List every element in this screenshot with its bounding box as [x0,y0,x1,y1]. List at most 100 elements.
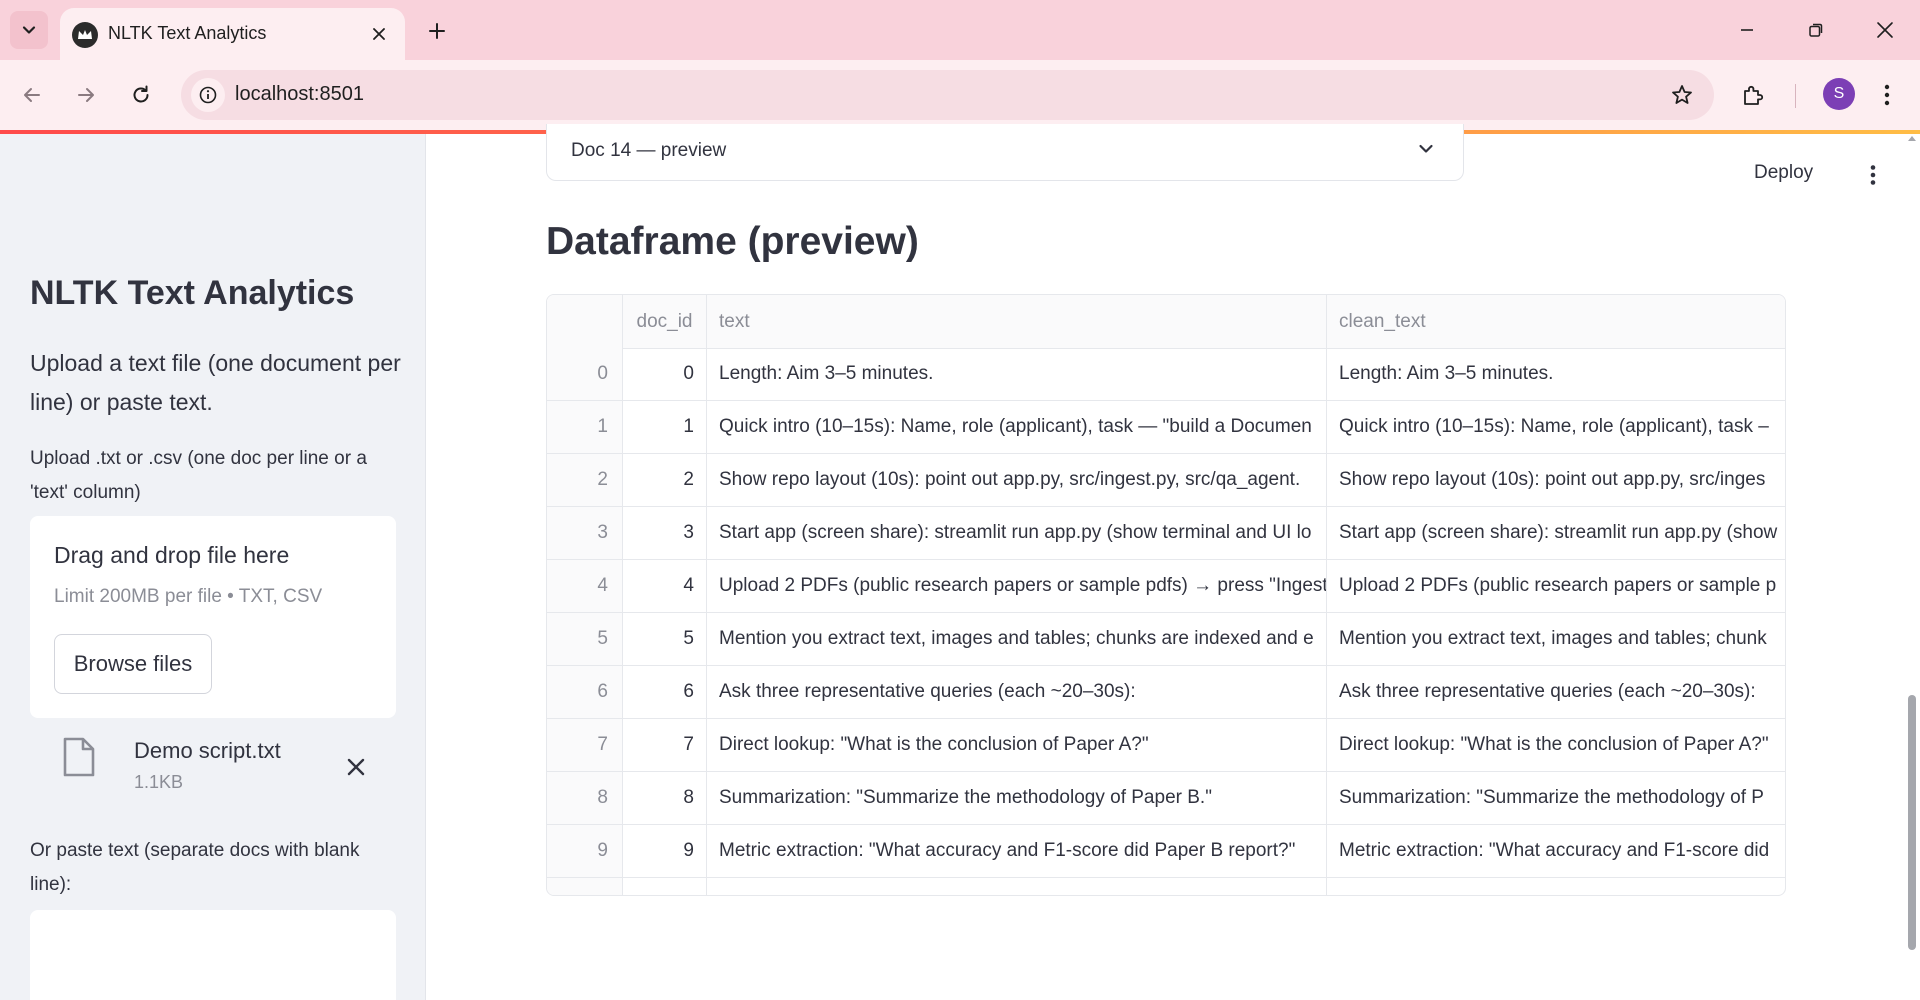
cell-doc-id[interactable]: 0 [623,348,707,400]
table-row[interactable]: 4 4 Upload 2 PDFs (public research paper… [547,560,1785,613]
table-row[interactable]: 9 9 Metric extraction: "What accuracy an… [547,825,1785,878]
reload-button[interactable] [122,76,160,114]
table-row[interactable]: 1 1 Quick intro (10–15s): Name, role (ap… [547,401,1785,454]
row-index [547,878,623,895]
table-row-partial [547,878,1785,895]
row-index: 9 [547,825,623,877]
streamlit-crown-icon [72,22,98,48]
extensions-button[interactable] [1734,76,1772,114]
row-index: 4 [547,560,623,612]
cell-doc-id[interactable]: 7 [623,719,707,771]
cell-text [707,878,1327,895]
cell-clean-text[interactable]: Direct lookup: "What is the conclusion o… [1327,719,1785,771]
app-menu-button[interactable] [1861,162,1885,188]
column-header-doc-id[interactable]: doc_id [623,295,707,348]
table-row[interactable]: 5 5 Mention you extract text, images and… [547,613,1785,666]
cell-clean-text[interactable]: Start app (screen share): streamlit run … [1327,507,1785,559]
cell-text[interactable]: Direct lookup: "What is the conclusion o… [707,719,1327,771]
table-row[interactable]: 7 7 Direct lookup: "What is the conclusi… [547,719,1785,772]
restore-button[interactable] [1793,10,1839,50]
table-row[interactable]: 6 6 Ask three representative queries (ea… [547,666,1785,719]
uploaded-file-size: 1.1KB [134,772,184,792]
forward-button[interactable] [67,76,105,114]
cell-text[interactable]: Upload 2 PDFs (public research papers or… [707,560,1327,612]
url-text[interactable]: localhost:8501 [235,83,364,106]
table-row[interactable]: 3 3 Start app (screen share): streamlit … [547,507,1785,560]
uploaded-file: Demo script.txt 1.1KB [30,724,396,804]
star-icon[interactable] [1668,81,1696,109]
cell-doc-id[interactable]: 2 [623,454,707,506]
minimize-icon [1741,29,1753,31]
cell-doc-id[interactable]: 5 [623,613,707,665]
cell-clean-text[interactable]: Show repo layout (10s): point out app.py… [1327,454,1785,506]
deploy-button[interactable]: Deploy [1754,162,1813,184]
close-icon[interactable] [367,22,391,46]
cell-clean-text[interactable]: Quick intro (10–15s): Name, role (applic… [1327,401,1785,453]
cell-clean-text[interactable]: Ask three representative queries (each ~… [1327,666,1785,718]
kebab-icon [1884,84,1890,106]
cell-doc-id[interactable]: 8 [623,772,707,824]
cell-clean-text[interactable]: Metric extraction: "What accuracy and F1… [1327,825,1785,877]
browser-tab-active[interactable]: NLTK Text Analytics [60,8,405,60]
cell-text[interactable]: Start app (screen share): streamlit run … [707,507,1327,559]
info-icon[interactable] [191,78,225,112]
close-window-button[interactable] [1862,10,1908,50]
cell-doc-id[interactable]: 4 [623,560,707,612]
browse-files-button[interactable]: Browse files [54,634,212,694]
cell-clean-text[interactable]: Summarization: "Summarize the methodolog… [1327,772,1785,824]
table-row[interactable]: 2 2 Show repo layout (10s): point out ap… [547,454,1785,507]
arrow-left-icon [24,88,40,102]
browser-menu-button[interactable] [1868,76,1906,114]
row-index: 0 [547,348,623,400]
new-tab-button[interactable] [420,14,454,48]
remove-file-button[interactable] [341,752,371,782]
cell-clean-text [1327,878,1785,895]
cell-text[interactable]: Metric extraction: "What accuracy and F1… [707,825,1327,877]
cell-clean-text[interactable]: Length: Aim 3–5 minutes. [1327,348,1785,400]
cell-clean-text[interactable]: Mention you extract text, images and tab… [1327,613,1785,665]
dataframe[interactable]: doc_id text clean_text 0 0 Length: Aim 3… [546,294,1786,896]
column-header-clean-text[interactable]: clean_text [1327,295,1785,348]
sidebar: NLTK Text Analytics Upload a text file (… [0,134,426,1000]
main-content: Doc 14 — preview Deploy Dataframe (previ… [426,124,1920,1000]
cell-text[interactable]: Show repo layout (10s): point out app.py… [707,454,1327,506]
table-row[interactable]: 0 0 Length: Aim 3–5 minutes. Length: Aim… [547,348,1785,401]
cell-doc-id[interactable]: 9 [623,825,707,877]
scroll-up-icon[interactable] [1907,134,1917,142]
row-index: 1 [547,401,623,453]
file-dropzone[interactable]: Drag and drop file here Limit 200MB per … [30,516,396,718]
cell-text[interactable]: Ask three representative queries (each ~… [707,666,1327,718]
cell-text[interactable]: Length: Aim 3–5 minutes. [707,348,1327,400]
row-index: 5 [547,613,623,665]
cell-doc-id[interactable]: 3 [623,507,707,559]
close-icon [1877,22,1893,38]
toolbar-separator [1795,84,1796,108]
chevron-down-icon [22,26,36,34]
address-bar[interactable]: localhost:8501 [181,70,1714,120]
tab-search-button[interactable] [10,11,48,49]
cell-clean-text[interactable]: Upload 2 PDFs (public research papers or… [1327,560,1785,612]
chevron-down-icon [1419,144,1433,153]
cell-doc-id[interactable]: 1 [623,401,707,453]
profile-avatar[interactable]: S [1823,78,1855,110]
dropzone-limit: Limit 200MB per file • TXT, CSV [54,586,323,607]
minimize-button[interactable] [1724,10,1770,50]
row-index: 2 [547,454,623,506]
close-icon [347,758,365,776]
file-icon [62,736,96,778]
doc-preview-expander[interactable]: Doc 14 — preview [546,124,1464,181]
table-row[interactable]: 8 8 Summarization: "Summarize the method… [547,772,1785,825]
page-scrollbar[interactable] [1908,695,1916,950]
sidebar-intro: Upload a text file (one document per lin… [30,350,401,415]
cell-text[interactable]: Summarization: "Summarize the methodolog… [707,772,1327,824]
tab-title: NLTK Text Analytics [108,23,267,43]
paste-label: Or paste text (separate docs with blank … [30,840,360,895]
sidebar-title: NLTK Text Analytics [30,274,355,312]
cell-doc-id[interactable]: 6 [623,666,707,718]
column-header-text[interactable]: text [707,295,1327,348]
cell-text[interactable]: Quick intro (10–15s): Name, role (applic… [707,401,1327,453]
puzzle-icon [1744,85,1764,105]
back-button[interactable] [13,76,51,114]
cell-text[interactable]: Mention you extract text, images and tab… [707,613,1327,665]
paste-textarea[interactable] [30,910,396,1000]
